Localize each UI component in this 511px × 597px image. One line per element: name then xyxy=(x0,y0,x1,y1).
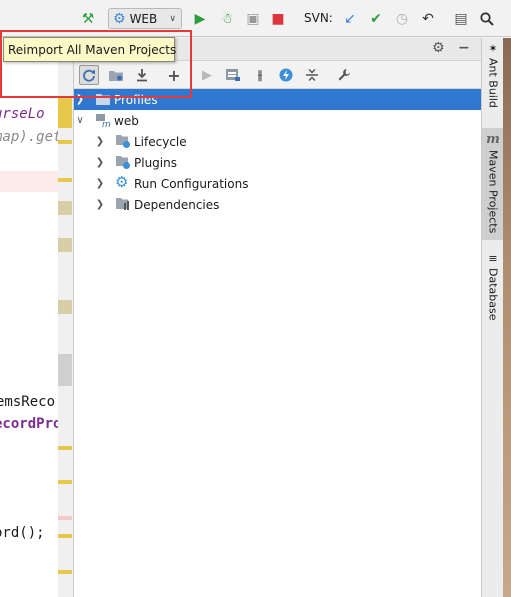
download-sources-icon[interactable] xyxy=(132,65,152,85)
chevron-right-icon[interactable]: ❯ xyxy=(95,178,105,189)
tree-item-label: web xyxy=(114,113,139,128)
tree-item-web[interactable]: ∨ m web xyxy=(74,110,482,131)
run-configuration-label: WEB xyxy=(129,11,158,26)
svg-text:m: m xyxy=(102,120,111,128)
gutter-marker xyxy=(58,140,72,144)
tooltip: Reimport All Maven Projects xyxy=(3,37,176,62)
svn-label: SVN: xyxy=(304,11,333,25)
maven-icon: m xyxy=(486,132,500,147)
lifecycle-folder-icon xyxy=(115,134,131,148)
maven-projects-panel: ⚙ − + ▶ ⫲ ❯ Profiles ∨ m web ❯ Lifecycle… xyxy=(73,38,482,597)
run-maven-build-icon[interactable]: ▶ xyxy=(197,65,217,85)
hide-panel-icon[interactable]: − xyxy=(458,40,470,56)
right-tool-strip: ✶ Ant Build m Maven Projects ≡ Database xyxy=(481,38,504,597)
tree-item-run-configurations[interactable]: ❯ ⚙ Run Configurations xyxy=(74,173,482,194)
skip-tests-icon[interactable] xyxy=(276,65,296,85)
code-line: emsReco xyxy=(0,394,55,410)
svn-update-icon[interactable]: ↙ xyxy=(340,9,360,29)
highlighted-line xyxy=(0,171,58,192)
history-icon[interactable]: ◷ xyxy=(392,9,412,29)
run-with-coverage-icon[interactable]: ▣ xyxy=(243,9,263,29)
tree-item-label: Run Configurations xyxy=(134,176,249,191)
run-configuration-selector[interactable]: ⚙ WEB ∨ xyxy=(108,8,182,29)
tab-label: Database xyxy=(486,268,500,321)
chevron-right-icon[interactable]: ❯ xyxy=(95,157,105,168)
code-line: ecordPro xyxy=(0,416,58,432)
tab-maven-projects[interactable]: m Maven Projects xyxy=(482,128,504,240)
maven-toolbar: + ▶ ⫲ xyxy=(74,61,482,89)
gutter-marker xyxy=(58,201,72,215)
gutter-marker xyxy=(58,516,72,520)
tree-item-label: Lifecycle xyxy=(134,134,187,149)
tab-ant-build[interactable]: ✶ Ant Build xyxy=(482,42,504,114)
tab-label: Ant Build xyxy=(486,58,500,108)
tab-label: Maven Projects xyxy=(486,150,500,234)
run-icon[interactable]: ▶ xyxy=(190,9,210,29)
tree-item-label: Plugins xyxy=(134,155,177,170)
gutter-marker xyxy=(58,238,72,252)
gear-icon: ⚙ xyxy=(115,173,129,191)
gutter-marker xyxy=(58,300,72,314)
ant-icon: ✶ xyxy=(488,42,498,55)
reimport-all-maven-projects-button[interactable] xyxy=(79,65,99,85)
code-text: map).get xyxy=(0,129,58,145)
stop-icon[interactable]: ■ xyxy=(268,9,288,29)
gutter-marker xyxy=(58,480,72,484)
project-structure-icon[interactable]: ▤ xyxy=(451,9,471,29)
refresh-icon xyxy=(83,69,95,82)
gutter-marker xyxy=(58,570,72,574)
chevron-right-icon[interactable]: ❯ xyxy=(95,136,105,147)
tree-item-plugins[interactable]: ❯ Plugins xyxy=(74,152,482,173)
generate-sources-folder-icon[interactable] xyxy=(106,65,126,85)
tree-item-label: Profiles xyxy=(114,92,158,107)
code-line: map).get xyxy=(0,129,58,145)
chevron-right-icon[interactable]: ❯ xyxy=(95,199,105,210)
code-text: emsReco xyxy=(0,394,56,410)
gutter-marker xyxy=(58,98,72,128)
chevron-right-icon[interactable]: ❯ xyxy=(75,94,85,105)
database-icon: ≡ xyxy=(488,252,498,265)
folder-icon xyxy=(95,93,111,107)
tree-item-profiles[interactable]: ❯ Profiles xyxy=(74,89,482,110)
plugins-folder-icon xyxy=(115,155,131,169)
code-line: ord(); xyxy=(0,525,45,541)
desktop-background xyxy=(503,38,511,597)
tree-item-dependencies[interactable]: ❯ Dependencies xyxy=(74,194,482,215)
chevron-down-icon[interactable]: ∨ xyxy=(75,115,85,126)
tab-database[interactable]: ≡ Database xyxy=(482,252,504,322)
maven-module-icon: m xyxy=(95,113,111,130)
dependencies-folder-icon xyxy=(115,197,131,211)
toggle-offline-mode-icon[interactable]: ⫲ xyxy=(250,65,270,85)
code-line: urseLo xyxy=(0,106,45,122)
tree-item-lifecycle[interactable]: ❯ Lifecycle xyxy=(74,131,482,152)
add-maven-project-button[interactable]: + xyxy=(164,65,184,85)
gutter-marker xyxy=(58,534,72,538)
editor-gutter xyxy=(58,38,74,597)
hammer-icon[interactable]: ⚒ xyxy=(78,9,98,29)
code-text: urseLo xyxy=(0,106,45,122)
debug-icon[interactable]: ☃ xyxy=(217,9,237,29)
gear-icon[interactable]: ⚙ xyxy=(432,40,445,56)
tree-item-label: Dependencies xyxy=(134,197,220,212)
code-editor[interactable]: urseLo map).get emsReco ecordPro ord(); xyxy=(0,38,58,597)
code-text: ecordPro xyxy=(0,416,58,432)
collapse-all-icon[interactable] xyxy=(302,65,322,85)
revert-icon[interactable]: ↶ xyxy=(418,9,438,29)
main-toolbar: ⚒ ⚙ WEB ∨ ▶ ☃ ▣ ■ SVN: ↙ ✔ ◷ ↶ ▤ xyxy=(0,0,511,37)
gutter-marker xyxy=(58,446,72,450)
gear-icon: ⚙ xyxy=(113,10,126,27)
gutter-marker xyxy=(58,354,72,386)
svn-commit-icon[interactable]: ✔ xyxy=(366,9,386,29)
gutter-marker xyxy=(58,178,72,182)
maven-settings-wrench-icon[interactable] xyxy=(334,65,354,85)
code-text: ord(); xyxy=(0,525,45,541)
chevron-down-icon: ∨ xyxy=(169,13,176,24)
execute-maven-goal-icon[interactable] xyxy=(223,65,243,85)
search-icon[interactable] xyxy=(477,9,497,29)
